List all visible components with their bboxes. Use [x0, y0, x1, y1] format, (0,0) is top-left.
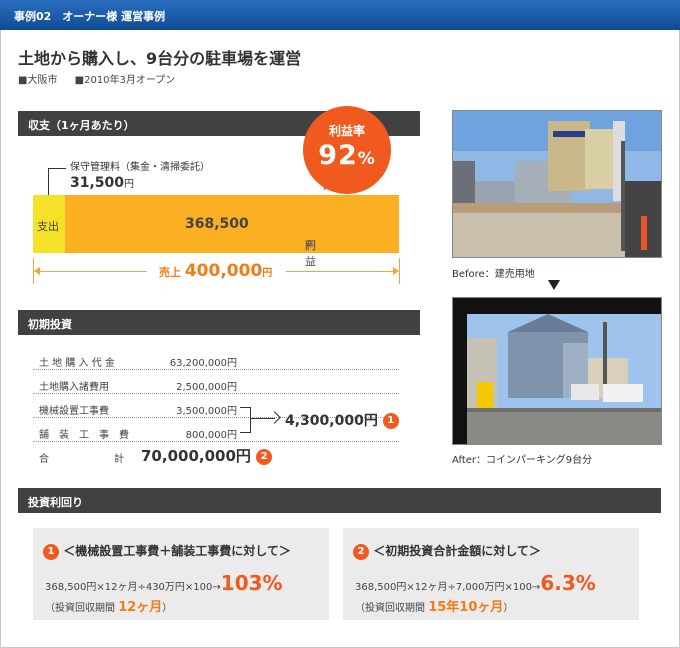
profit-rate-bubble: 利益率 92%: [303, 106, 391, 194]
payback-value: 12ヶ月: [118, 600, 163, 615]
total-value-group: 70,000,000円 2: [141, 445, 273, 466]
meta-opened: ■2010年3月オープン: [74, 75, 176, 86]
roi-box-1-heading-text: ＜機械設置工事費＋舗装工事費に対して＞: [63, 544, 291, 558]
sales-range-line-right: [286, 271, 398, 272]
row-label: 土地購入諸費用: [39, 382, 109, 393]
initial-section-title: 初期投資: [28, 318, 72, 331]
marker-1-icon: 1: [382, 413, 399, 429]
payback-label: （投資回収期間: [45, 603, 119, 614]
table-row: 土地購入諸費用 2,500,000円: [33, 371, 399, 394]
fee-amount: 31,500円: [70, 175, 134, 191]
fee-unit: 円: [124, 179, 135, 190]
before-photo: [452, 110, 662, 258]
roi-box-2-heading: 2 ＜初期投資合計金額に対して＞: [353, 542, 541, 560]
before-photo-image: [453, 111, 661, 257]
sales-unit: 円: [262, 268, 273, 279]
subtotal-value: 4,300,000円: [285, 413, 378, 429]
page-title: 土地から購入し、9台分の駐車場を運営: [18, 49, 302, 68]
row-value: 63,200,000円: [169, 358, 237, 369]
arrow-right-icon: [393, 267, 399, 275]
row-value: 2,500,000円: [176, 382, 237, 393]
income-section-title: 収支（1ヶ月あたり）: [28, 119, 135, 132]
payback-close: ）: [162, 603, 173, 614]
row-value: 800,000円: [185, 430, 237, 441]
profit-rate-number: 92: [318, 140, 358, 171]
initial-section-header: 初期投資: [18, 310, 420, 335]
meta-location: ■大阪市: [18, 75, 58, 86]
roi-box-1-payback: （投資回収期間 12ヶ月）: [45, 596, 172, 615]
roi-box-2-result: 6.3%: [540, 571, 596, 595]
roi-box-2-formula-text: 368,500円×12ヶ月÷7,000万円×100→: [355, 582, 541, 593]
marker-2-icon: 2: [256, 448, 273, 465]
roi-box-1-formula-text: 368,500円×12ヶ月÷430万円×100→: [45, 582, 221, 593]
case-header-label: 事例02 オーナー様 運営事例: [14, 10, 166, 23]
meta-info: ■大阪市 ■2010年3月オープン: [18, 71, 189, 86]
profit-rate-value: 92%: [303, 140, 391, 171]
subtotal: 4,300,000円 1: [285, 410, 399, 430]
roi-box-1-formula: 368,500円×12ヶ月÷430万円×100→103%: [45, 571, 283, 595]
expense-label: 支出: [37, 220, 59, 233]
after-caption: After：コインパーキング9台分: [452, 455, 593, 466]
profit-rate-label: 利益率: [328, 124, 365, 138]
expense-bar: 支出: [33, 195, 65, 253]
roi-box-1-heading: 1 ＜機械設置工事費＋舗装工事費に対して＞: [43, 542, 291, 560]
payback-value: 15年10ヶ月: [428, 600, 504, 615]
roi-box-1-result: 103%: [220, 571, 283, 595]
before-caption: Before：建売用地: [452, 269, 535, 280]
profit-bar: 利益 368,500 円: [65, 195, 399, 268]
row-label: 機械設置工事費: [39, 406, 109, 417]
payback-close: ）: [503, 603, 514, 614]
roi-box-2-heading-text: ＜初期投資合計金額に対して＞: [373, 544, 541, 558]
table-row: 土 地 購 入 代 金 63,200,000円: [33, 347, 399, 370]
sales-range: 売上 400,000円: [33, 258, 400, 284]
sales-range-line-left: [35, 271, 147, 272]
row-value: 3,500,000円: [176, 406, 237, 417]
total-row: 合 計 70,000,000円 2: [33, 444, 399, 468]
fee-leader-line-h: [48, 168, 66, 169]
after-photo: [452, 297, 662, 445]
profit-text: 利益 368,500 円: [185, 216, 316, 268]
total-label-1: 合: [39, 454, 49, 465]
marker-2-icon: 2: [353, 543, 369, 560]
total-value: 70,000,000円: [141, 447, 251, 465]
fee-label: 保守管理料（集金・清掃委託）: [70, 162, 210, 173]
down-arrow-icon: [548, 280, 560, 290]
roi-box-2-formula: 368,500円×12ヶ月÷7,000万円×100→6.3%: [355, 571, 596, 595]
roi-section-header: 投資利回り: [18, 488, 661, 513]
arrow-left-icon: [34, 267, 40, 275]
after-photo-image: [453, 298, 661, 444]
sales-label: 売上: [159, 266, 185, 279]
sales-text: 売上 400,000円: [159, 261, 272, 281]
payback-label: （投資回収期間: [355, 603, 429, 614]
profit-value: 368,500: [185, 216, 249, 232]
roi-section-title: 投資利回り: [28, 496, 83, 509]
sales-value: 400,000: [184, 261, 263, 281]
profit-rate-unit: %: [357, 149, 376, 169]
total-label-2: 計: [114, 454, 124, 465]
fee-leader-line: [48, 168, 49, 196]
sales-range-right-tick: [399, 258, 400, 284]
subtotal-brace: [240, 407, 251, 433]
roi-box-1: 1 ＜機械設置工事費＋舗装工事費に対して＞ 368,500円×12ヶ月÷430万…: [33, 528, 329, 620]
marker-1-icon: 1: [43, 543, 59, 560]
roi-box-2: 2 ＜初期投資合計金額に対して＞ 368,500円×12ヶ月÷7,000万円×1…: [343, 528, 639, 620]
roi-box-2-payback: （投資回収期間 15年10ヶ月）: [355, 596, 513, 615]
profit-unit: 円: [305, 239, 316, 252]
row-label: 土 地 購 入 代 金: [39, 358, 115, 369]
row-label: 舗 装 工 事 費: [39, 430, 129, 441]
fee-value: 31,500: [70, 175, 125, 191]
case-header: 事例02 オーナー様 運営事例: [0, 0, 680, 30]
